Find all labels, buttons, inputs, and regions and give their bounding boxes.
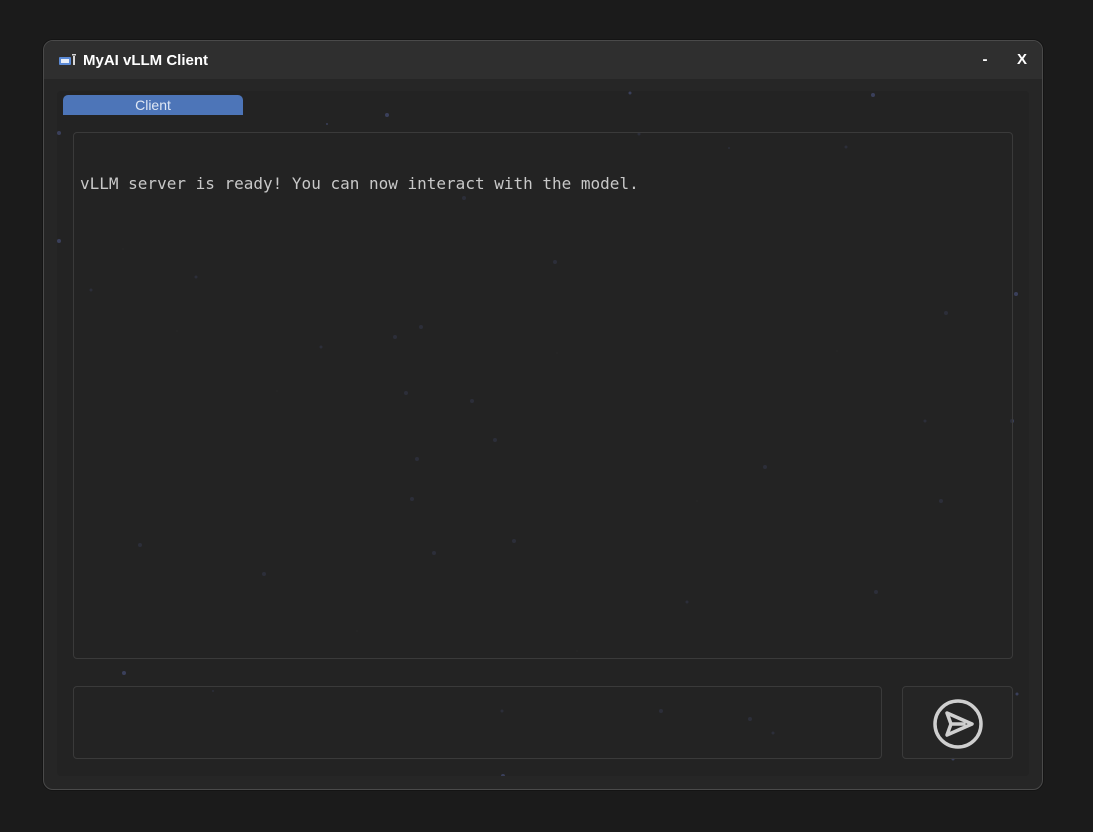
tab-client-label: Client: [135, 97, 171, 113]
chat-output-area[interactable]: vLLM server is ready! You can now intera…: [73, 132, 1013, 659]
app-window-icon: [59, 54, 76, 65]
close-button[interactable]: X: [1012, 50, 1032, 70]
app-window: MyAI vLLM Client - X Client vLLM server …: [43, 40, 1043, 790]
client-area: Client vLLM server is ready! You can now…: [57, 91, 1029, 776]
tab-client[interactable]: Client: [63, 95, 243, 115]
send-button[interactable]: [902, 686, 1013, 759]
window-title: MyAI vLLM Client: [83, 52, 209, 69]
minimize-button[interactable]: -: [975, 50, 995, 70]
title-bar[interactable]: MyAI vLLM Client - X: [44, 41, 1042, 79]
message-input[interactable]: [73, 686, 882, 759]
chat-output-text: vLLM server is ready! You can now intera…: [80, 174, 639, 193]
send-icon: [933, 699, 983, 749]
